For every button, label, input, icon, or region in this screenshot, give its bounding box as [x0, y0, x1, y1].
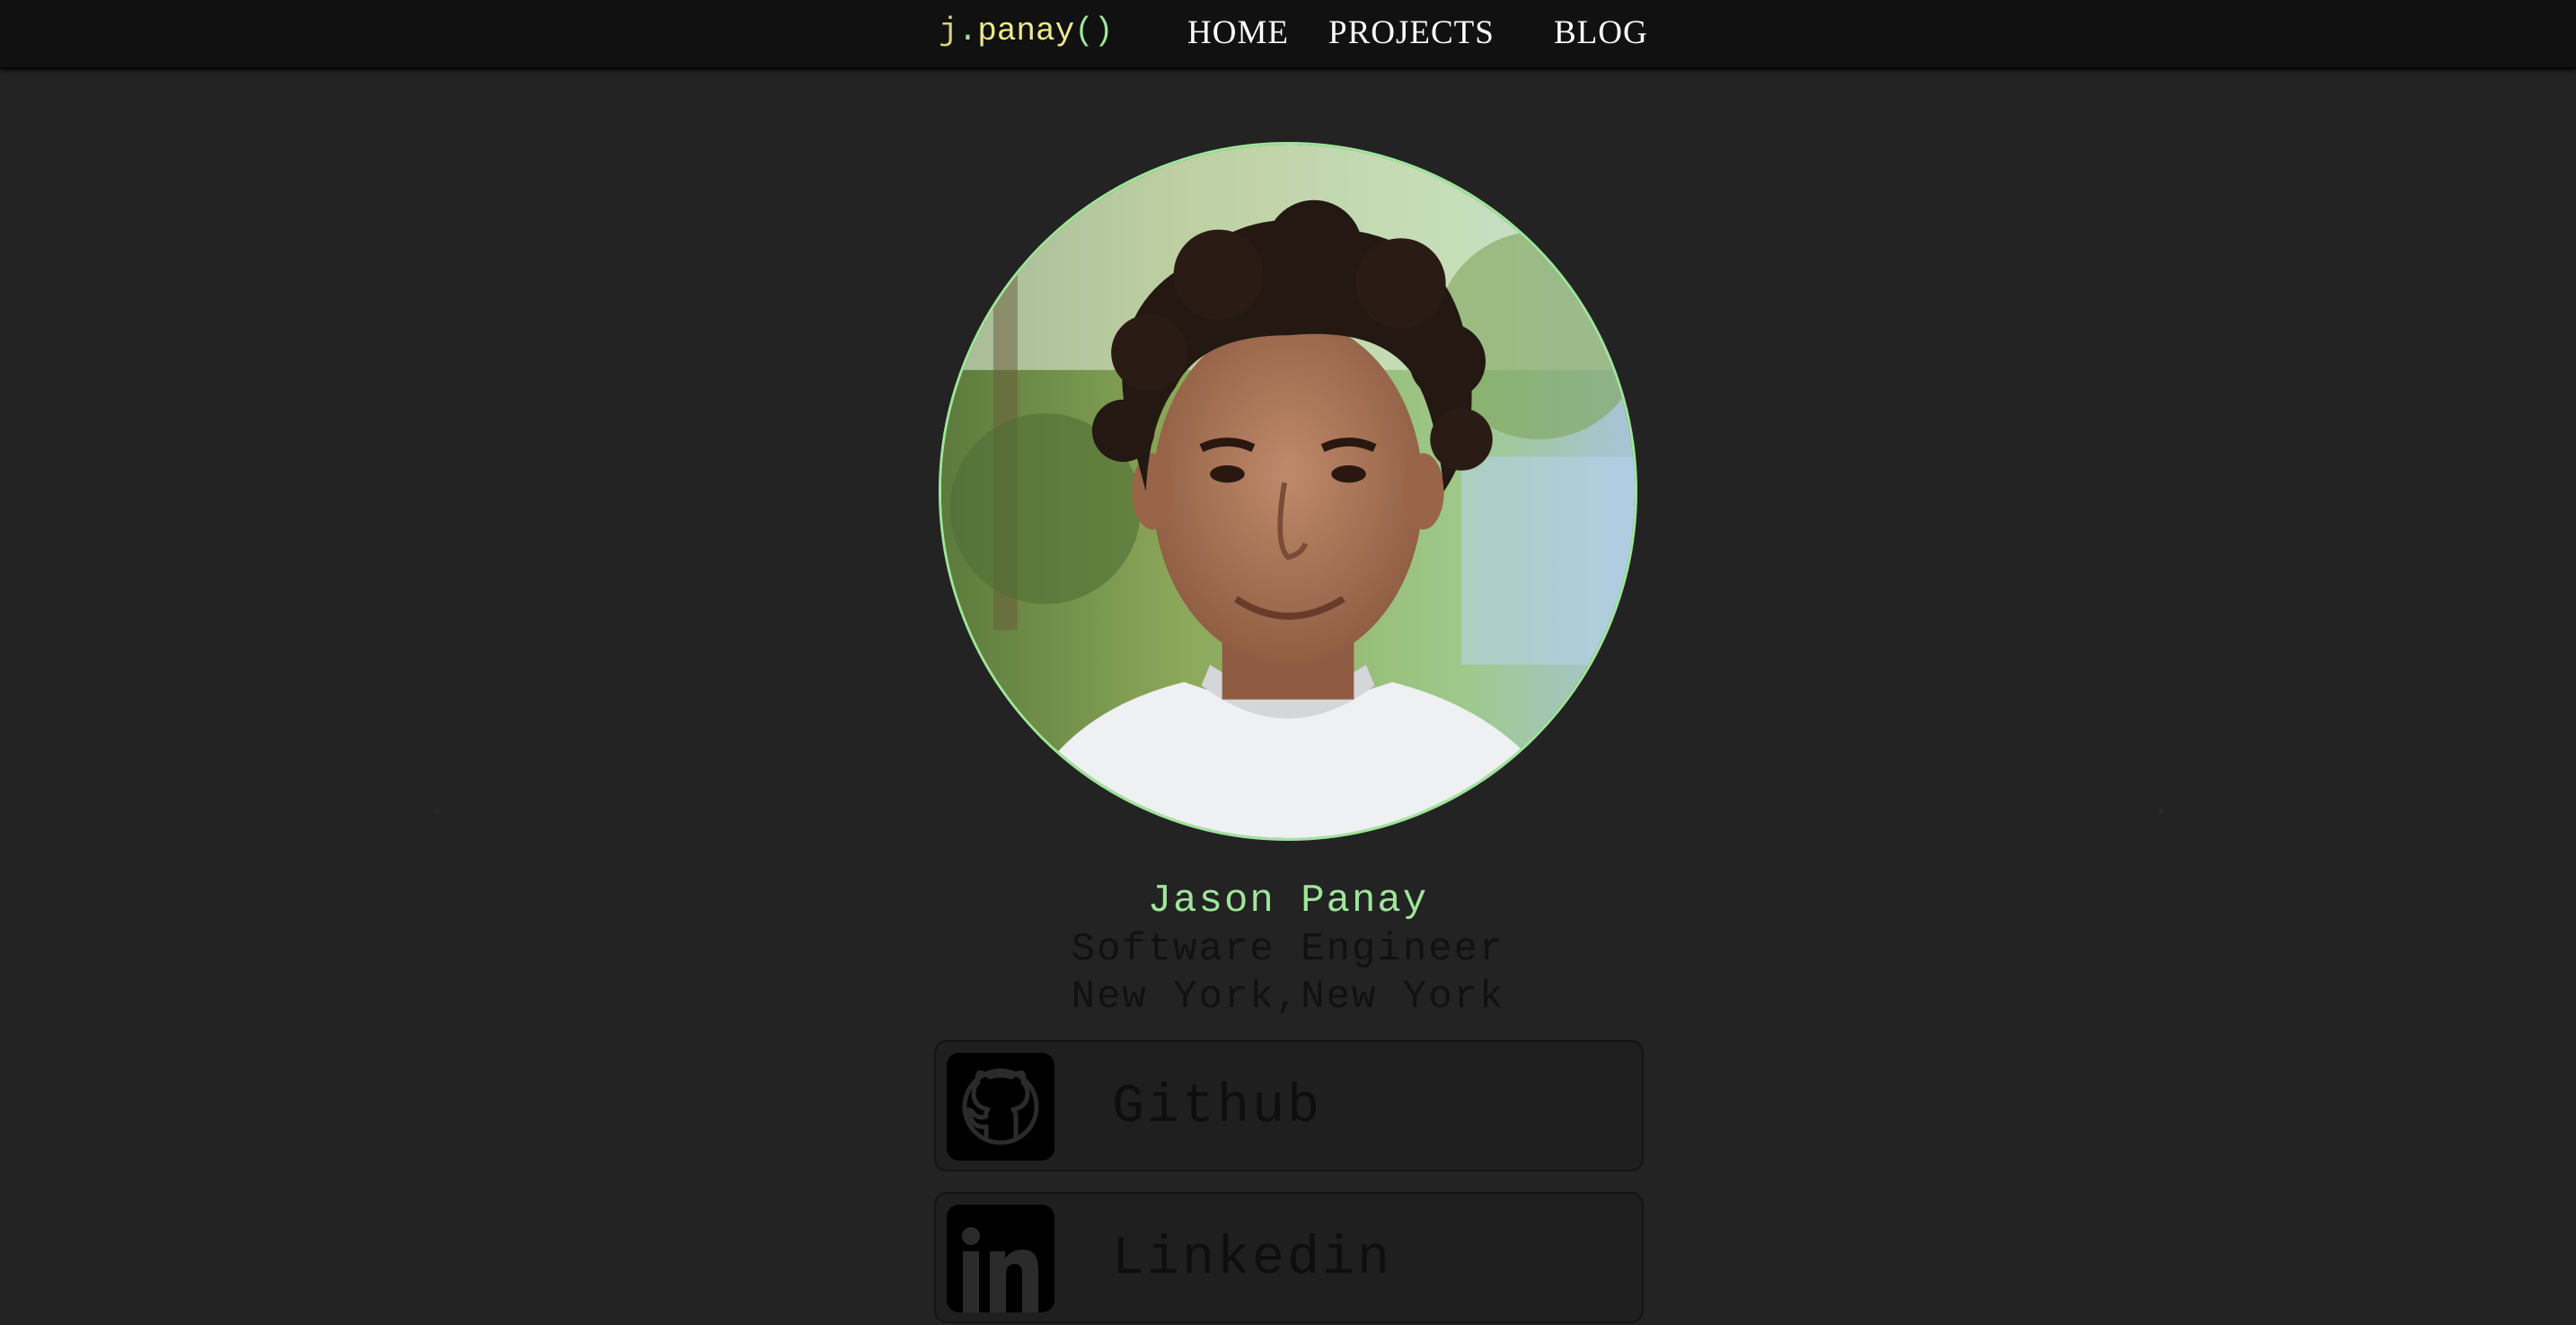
github-icon	[947, 1053, 1054, 1161]
profile-name: Jason Panay	[1147, 879, 1429, 923]
top-navbar: j.panay() HOME PROJECTS BLOG	[0, 0, 2576, 69]
github-label: Github	[1112, 1077, 1323, 1138]
background-speck	[2159, 809, 2164, 814]
nav-blog-link[interactable]: BLOG	[1554, 0, 1648, 67]
linkedin-link-card[interactable]: Linkedin	[934, 1192, 1644, 1323]
profile-title: Software Engineer	[1071, 927, 1505, 972]
brand-parens: ()	[1074, 13, 1114, 49]
brand-j: j	[939, 13, 958, 49]
nav-home-link[interactable]: HOME	[1187, 0, 1289, 67]
portrait-photo-icon	[941, 145, 1635, 838]
brand-name: panay	[977, 13, 1075, 49]
brand-dot: .	[957, 13, 978, 49]
linkedin-icon	[947, 1205, 1054, 1312]
linkedin-label: Linkedin	[1112, 1229, 1393, 1290]
github-link-card[interactable]: Github	[934, 1040, 1644, 1171]
nav-projects-link[interactable]: PROJECTS	[1328, 0, 1495, 67]
background-speck	[435, 809, 439, 814]
brand-logo[interactable]: j.panay()	[939, 0, 1113, 67]
profile-avatar	[939, 142, 1637, 841]
profile-location: New York,New York	[1071, 975, 1505, 1020]
